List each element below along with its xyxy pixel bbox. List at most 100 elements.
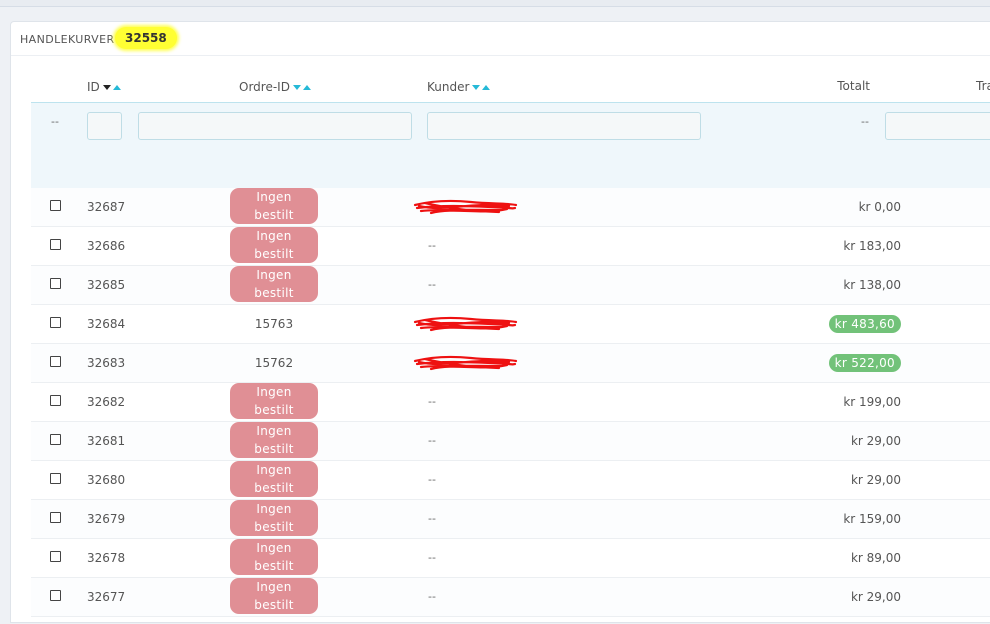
carts-panel: HANDLEKURVER 32558 ID Ordre-ID Kunder To… <box>10 21 990 623</box>
order-status-badge: Ingen bestilt <box>230 422 318 458</box>
redaction-stroke <box>413 199 518 215</box>
total-cell: kr 159,00 <box>843 500 901 538</box>
redaction-scribble <box>413 199 518 215</box>
customer-value: -- <box>428 239 436 252</box>
table-row[interactable]: 32683 15762 kr 522,00 <box>31 344 990 383</box>
cart-id: 32685 <box>87 278 126 292</box>
table-row[interactable]: 32678 Ingen bestilt -- kr 89,00 <box>31 539 990 578</box>
table-row[interactable]: 32687 Ingen bestilt kr 0,00 <box>31 188 990 227</box>
total-value: kr 89,00 <box>850 551 901 565</box>
total-value: kr 0,00 <box>858 200 901 214</box>
customer-value: -- <box>428 434 436 447</box>
cart-count-badge: 32558 <box>115 27 177 49</box>
order-id-value: 15763 <box>254 317 294 331</box>
sort-desc-icon[interactable] <box>102 85 111 90</box>
table-row[interactable]: 32685 Ingen bestilt -- kr 138,00 <box>31 266 990 305</box>
total-value: kr 138,00 <box>843 278 901 292</box>
total-value: kr 29,00 <box>850 473 901 487</box>
panel-header: HANDLEKURVER 32558 <box>11 22 990 56</box>
order-status-badge: Ingen bestilt <box>230 578 318 614</box>
filter-row: -- -- <box>31 102 990 189</box>
bulk-filter-placeholder: -- <box>51 115 59 128</box>
total-value: kr 183,00 <box>843 239 901 253</box>
total-cell: kr 29,00 <box>851 578 901 616</box>
cart-id: 32683 <box>87 356 126 370</box>
order-status-badge: Ingen bestilt <box>230 461 318 497</box>
customer-value: -- <box>428 278 436 291</box>
total-paid-badge: kr 522,00 <box>828 354 901 372</box>
order-id-cell: 15763 <box>230 305 318 343</box>
order-id-cell: Ingen bestilt <box>230 422 318 460</box>
total-paid-badge: kr 483,60 <box>828 315 901 333</box>
total-cell: kr 29,00 <box>851 422 901 460</box>
column-header-customer[interactable]: Kunder <box>427 79 491 94</box>
filter-order-id-input[interactable] <box>138 112 412 140</box>
column-label-total: Totalt <box>837 79 870 93</box>
row-checkbox[interactable] <box>50 434 61 445</box>
column-label-id: ID <box>87 80 100 94</box>
customer-cell: -- <box>428 500 436 538</box>
row-checkbox[interactable] <box>50 590 61 601</box>
total-value: kr 159,00 <box>843 512 901 526</box>
customer-value: -- <box>428 590 436 603</box>
total-value: kr 199,00 <box>843 395 901 409</box>
filter-customer-input[interactable] <box>427 112 701 140</box>
row-checkbox[interactable] <box>50 317 61 328</box>
column-header-carrier[interactable]: Tra <box>976 79 990 93</box>
row-checkbox[interactable] <box>50 239 61 250</box>
sort-asc-icon[interactable] <box>112 85 121 90</box>
order-id-cell: Ingen bestilt <box>230 578 318 616</box>
table-row[interactable]: 32682 Ingen bestilt -- kr 199,00 <box>31 383 990 422</box>
cart-id: 32679 <box>87 512 126 526</box>
cart-id: 32677 <box>87 590 126 604</box>
total-cell: kr 483,60 <box>828 305 901 343</box>
redaction-scribble <box>413 316 518 332</box>
table-row[interactable]: 32679 Ingen bestilt -- kr 159,00 <box>31 500 990 539</box>
top-strip <box>0 0 990 7</box>
order-id-cell: Ingen bestilt <box>230 500 318 538</box>
table-row[interactable]: 32684 15763 kr 483,60 <box>31 305 990 344</box>
table-header: ID Ordre-ID Kunder Totalt Tra <box>31 66 990 102</box>
filter-id-input[interactable] <box>87 112 122 140</box>
column-header-total[interactable]: Totalt <box>837 79 870 93</box>
row-checkbox[interactable] <box>50 278 61 289</box>
sort-asc-icon[interactable] <box>482 85 491 90</box>
row-checkbox[interactable] <box>50 356 61 367</box>
table-body: 32687 Ingen bestilt kr 0,00 32686 Ingen … <box>31 188 990 617</box>
column-header-id[interactable]: ID <box>87 79 121 94</box>
total-cell: kr 0,00 <box>859 188 901 226</box>
order-id-cell: Ingen bestilt <box>230 266 318 304</box>
customer-value: -- <box>428 473 436 486</box>
order-status-badge: Ingen bestilt <box>230 383 318 419</box>
filter-carrier-input[interactable] <box>885 112 990 140</box>
order-id-cell: Ingen bestilt <box>230 383 318 421</box>
row-checkbox[interactable] <box>50 200 61 211</box>
order-id-value: 15762 <box>254 356 294 370</box>
total-cell: kr 183,00 <box>843 227 901 265</box>
total-value: kr 29,00 <box>850 590 901 604</box>
customer-cell: -- <box>428 539 436 577</box>
cart-id: 32680 <box>87 473 126 487</box>
panel-title: HANDLEKURVER <box>20 33 115 46</box>
row-checkbox[interactable] <box>50 395 61 406</box>
table-row[interactable]: 32681 Ingen bestilt -- kr 29,00 <box>31 422 990 461</box>
order-status-badge: Ingen bestilt <box>230 500 318 536</box>
sort-asc-icon[interactable] <box>302 85 311 90</box>
column-label-customer: Kunder <box>427 80 470 94</box>
order-status-badge: Ingen bestilt <box>230 539 318 575</box>
customer-value: -- <box>428 512 436 525</box>
total-cell: kr 29,00 <box>851 461 901 499</box>
table-row[interactable]: 32677 Ingen bestilt -- kr 29,00 <box>31 578 990 617</box>
redaction-stroke <box>413 355 518 371</box>
row-checkbox[interactable] <box>50 512 61 523</box>
table-row[interactable]: 32680 Ingen bestilt -- kr 29,00 <box>31 461 990 500</box>
sort-desc-icon[interactable] <box>292 85 301 90</box>
row-checkbox[interactable] <box>50 473 61 484</box>
column-header-order-id[interactable]: Ordre-ID <box>239 79 311 94</box>
table-row[interactable]: 32686 Ingen bestilt -- kr 183,00 <box>31 227 990 266</box>
row-checkbox[interactable] <box>50 551 61 562</box>
sort-desc-icon[interactable] <box>472 85 481 90</box>
order-id-cell: Ingen bestilt <box>230 227 318 265</box>
total-value: kr 29,00 <box>850 434 901 448</box>
cart-id: 32687 <box>87 200 126 214</box>
